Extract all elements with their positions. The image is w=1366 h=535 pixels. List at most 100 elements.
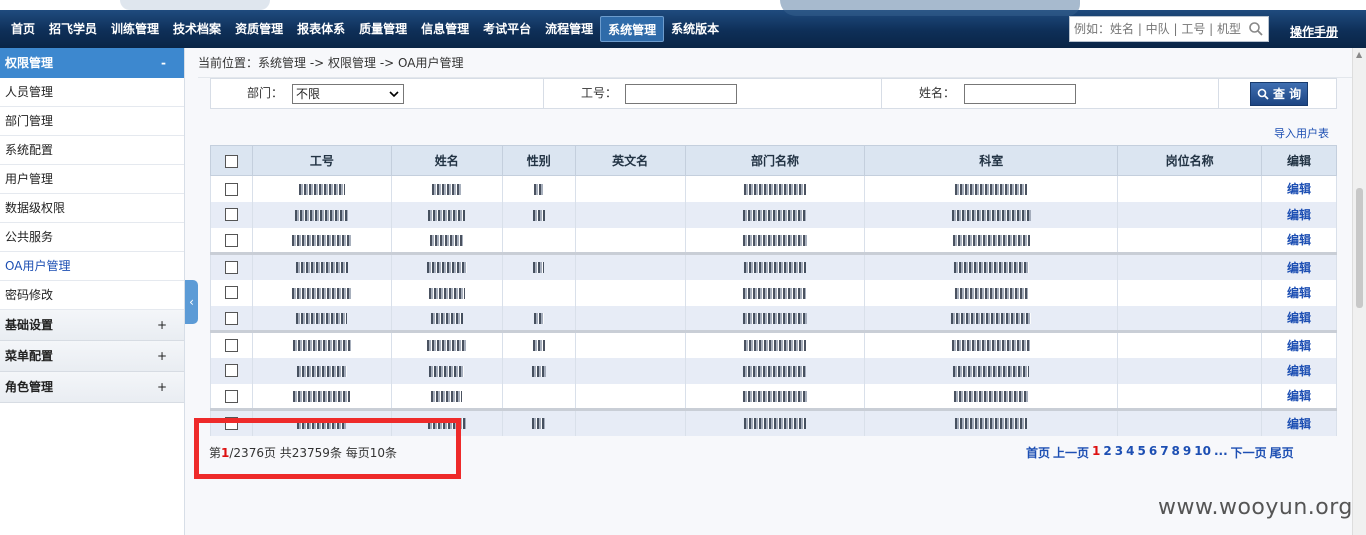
search-icon[interactable] [1248, 21, 1264, 37]
import-users-link[interactable]: 导入用户表 [1274, 125, 1329, 141]
row-checkbox[interactable] [224, 339, 238, 352]
expand-plus-icon[interactable]: + [157, 310, 167, 341]
nav-item[interactable]: 考试平台 [476, 16, 538, 42]
nav-item[interactable]: 技术档案 [166, 16, 228, 42]
next-page-link[interactable]: 下一页 [1231, 444, 1267, 461]
page-number-link[interactable]: 3 [1115, 444, 1123, 461]
edit-link[interactable]: 编辑 [1287, 339, 1311, 353]
redacted-cell [501, 357, 576, 384]
sidebar-item[interactable]: 密码修改 [0, 281, 184, 310]
sidebar-item[interactable]: 用户管理 [0, 165, 184, 194]
nav-item[interactable]: 训练管理 [104, 16, 166, 42]
prev-page-link[interactable]: 上一页 [1053, 444, 1089, 461]
edit-link[interactable]: 编辑 [1287, 417, 1311, 431]
col-header[interactable]: 编辑 [1261, 145, 1337, 176]
sidebar-group[interactable]: 角色管理 + [0, 372, 184, 403]
row-checkbox[interactable] [224, 364, 238, 378]
redacted-cell [1117, 383, 1262, 410]
table-row[interactable]: 编辑 [210, 330, 1337, 358]
nav-item[interactable]: 首页 [4, 16, 42, 42]
sidebar-item[interactable]: 人员管理 [0, 78, 184, 107]
nav-item[interactable]: 信息管理 [414, 16, 476, 42]
row-checkbox[interactable] [224, 311, 238, 325]
page-number-link[interactable]: 6 [1149, 444, 1157, 461]
edit-link[interactable]: 编辑 [1287, 389, 1311, 403]
manual-link[interactable]: 操作手册 [1290, 23, 1338, 40]
table-row[interactable]: 编辑 [210, 279, 1337, 306]
table-row[interactable]: 编辑 [210, 201, 1337, 228]
sidebar-item[interactable]: 系统配置 [0, 136, 184, 165]
table-row[interactable]: 编辑 [210, 305, 1337, 332]
page-number-link[interactable]: 1 [1092, 444, 1100, 461]
row-checkbox[interactable] [224, 233, 238, 247]
nav-item[interactable]: 招飞学员 [42, 16, 104, 42]
scrollbar-thumb[interactable] [1356, 188, 1363, 308]
edit-link[interactable]: 编辑 [1287, 233, 1311, 247]
page-number-link[interactable]: 7 [1160, 444, 1168, 461]
table-row[interactable]: 编辑 [210, 357, 1337, 384]
sidebar-item[interactable]: 公共服务 [0, 223, 184, 252]
sidebar-item[interactable]: OA用户管理 [0, 252, 184, 281]
col-header[interactable]: 工号 [251, 145, 392, 176]
col-header[interactable]: 姓名 [390, 145, 503, 176]
page-number-link[interactable]: 9 [1183, 444, 1191, 461]
page-number-link[interactable]: 5 [1137, 444, 1145, 461]
pixelated-text [743, 287, 807, 299]
row-checkbox[interactable] [224, 261, 238, 274]
collapse-toggle-icon[interactable]: - [161, 48, 166, 78]
dept-select[interactable]: 不限 [292, 84, 404, 104]
edit-link[interactable]: 编辑 [1287, 286, 1311, 300]
nav-item[interactable]: 流程管理 [538, 16, 600, 42]
edit-link[interactable]: 编辑 [1287, 364, 1311, 378]
redacted-cell [501, 252, 576, 280]
sidebar-item[interactable]: 部门管理 [0, 107, 184, 136]
table-row[interactable]: 编辑 [210, 175, 1337, 202]
sidebar-group-label: 菜单配置 [5, 349, 54, 363]
sidebar-collapse-button[interactable]: ‹ [185, 280, 198, 324]
redacted-cell [574, 305, 686, 332]
scroll-up-icon[interactable]: ▲ [1356, 50, 1362, 59]
page-number-link[interactable]: 2 [1103, 444, 1111, 461]
col-header[interactable]: 性别 [501, 145, 576, 176]
page-ellipsis[interactable]: ... [1214, 444, 1228, 461]
row-checkbox[interactable] [224, 182, 238, 196]
nav-item[interactable]: 质量管理 [352, 16, 414, 42]
query-button[interactable]: 查 询 [1250, 82, 1308, 106]
page-number-link[interactable]: 10 [1194, 444, 1211, 461]
first-page-link[interactable]: 首页 [1026, 444, 1050, 461]
id-input[interactable] [625, 84, 737, 104]
last-page-link[interactable]: 尾页 [1270, 444, 1294, 461]
vertical-scrollbar[interactable]: ▲ [1352, 48, 1366, 535]
row-checkbox[interactable] [224, 389, 238, 403]
col-header[interactable]: 部门名称 [684, 145, 866, 176]
redacted-cell [1117, 279, 1262, 306]
page-number-link[interactable]: 8 [1172, 444, 1180, 461]
col-header[interactable]: 科室 [864, 145, 1119, 176]
expand-plus-icon[interactable]: + [157, 372, 167, 403]
table-row[interactable]: 编辑 [210, 227, 1337, 254]
sidebar-item[interactable]: 数据级权限 [0, 194, 184, 223]
row-checkbox[interactable] [224, 286, 238, 300]
global-search-input[interactable] [1070, 17, 1242, 41]
name-input[interactable] [964, 84, 1076, 104]
edit-link[interactable]: 编辑 [1287, 182, 1311, 196]
select-all-checkbox[interactable] [224, 154, 238, 168]
edit-link[interactable]: 编辑 [1287, 208, 1311, 222]
page-number-link[interactable]: 4 [1126, 444, 1134, 461]
sidebar-group[interactable]: 基础设置 + [0, 310, 184, 341]
expand-plus-icon[interactable]: + [157, 341, 167, 372]
row-checkbox[interactable] [224, 208, 238, 222]
nav-item[interactable]: 系统版本 [664, 16, 726, 42]
table-row[interactable]: 编辑 [210, 383, 1337, 410]
edit-link[interactable]: 编辑 [1287, 261, 1311, 275]
sidebar-group[interactable]: 菜单配置 + [0, 341, 184, 372]
sidebar-section-permission[interactable]: 权限管理 - [0, 48, 184, 78]
col-header[interactable]: 岗位名称 [1117, 145, 1262, 176]
pixelated-text [533, 312, 544, 324]
edit-link[interactable]: 编辑 [1287, 311, 1311, 325]
nav-item[interactable]: 资质管理 [228, 16, 290, 42]
nav-item[interactable]: 报表体系 [290, 16, 352, 42]
nav-item[interactable]: 系统管理 [600, 16, 665, 42]
table-row[interactable]: 编辑 [210, 252, 1337, 280]
col-header[interactable]: 英文名 [574, 145, 686, 176]
